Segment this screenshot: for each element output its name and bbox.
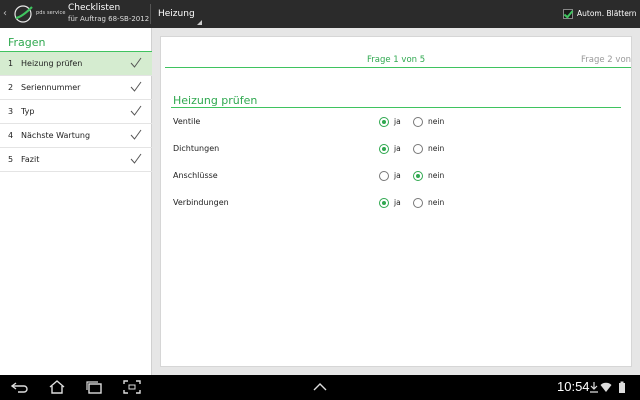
spinner-label: Heizung xyxy=(158,9,195,19)
radio-ja-label[interactable]: ja xyxy=(394,117,401,126)
radio-nein[interactable] xyxy=(413,198,423,208)
title-separator xyxy=(150,4,151,24)
recent-apps-icon[interactable] xyxy=(85,380,103,394)
radio-nein-label[interactable]: nein xyxy=(428,117,444,126)
radio-ja-label[interactable]: ja xyxy=(394,171,401,180)
pager-current-page[interactable]: Frage 1 von 5 xyxy=(367,55,425,65)
sidebar-item-number: 5 xyxy=(8,155,14,164)
app-title: Checklisten xyxy=(68,3,121,13)
radio-nein[interactable] xyxy=(413,144,423,154)
checkmark-icon xyxy=(130,81,142,92)
screenshot-icon[interactable] xyxy=(123,380,141,394)
question-row-verbindungen: Verbindungen ja nein xyxy=(161,195,631,211)
sidebar-item-number: 1 xyxy=(8,59,14,68)
question-sidebar: Fragen 1 Heizung prüfen 2 Seriennummer 3… xyxy=(0,28,152,375)
back-icon[interactable] xyxy=(11,380,29,394)
radio-nein[interactable] xyxy=(413,171,423,181)
title-block: Checklisten für Auftrag 68-SB-2012 xyxy=(68,3,149,24)
sidebar-item-label: Fazit xyxy=(21,155,40,164)
auto-scroll-label[interactable]: Autom. Blättern xyxy=(577,9,637,18)
sidebar-item-seriennummer[interactable]: 2 Seriennummer xyxy=(0,76,152,100)
section-title: Heizung prüfen xyxy=(173,94,258,107)
sidebar-item-label: Seriennummer xyxy=(21,83,81,92)
sidebar-item-number: 3 xyxy=(8,107,14,116)
home-icon[interactable] xyxy=(48,380,66,394)
radio-ja-label[interactable]: ja xyxy=(394,144,401,153)
action-bar: ‹ pds service Checklisten für Auftrag 68… xyxy=(0,0,640,28)
checkmark-icon xyxy=(130,57,142,68)
radio-ja[interactable] xyxy=(379,198,389,208)
sidebar-item-number: 4 xyxy=(8,131,14,140)
question-label: Verbindungen xyxy=(173,198,229,207)
checkmark-icon xyxy=(130,129,142,140)
status-clock: 10:54 xyxy=(557,379,590,394)
sidebar-item-fazit[interactable]: 5 Fazit xyxy=(0,148,152,172)
up-arrow-icon[interactable] xyxy=(311,380,329,394)
app-subtitle: für Auftrag 68-SB-2012 xyxy=(68,15,150,23)
question-row-anschluesse: Anschlüsse ja nein xyxy=(161,168,631,184)
system-nav-bar: 10:54 xyxy=(0,375,640,400)
radio-nein-label[interactable]: nein xyxy=(428,171,444,180)
checkmark-icon xyxy=(130,105,142,116)
question-row-dichtungen: Dichtungen ja nein xyxy=(161,141,631,157)
sidebar-item-number: 2 xyxy=(8,83,14,92)
sidebar-item-naechste-wartung[interactable]: 4 Nächste Wartung xyxy=(0,124,152,148)
sidebar-item-label: Heizung prüfen xyxy=(21,59,83,68)
sidebar-item-label: Typ xyxy=(21,107,35,116)
radio-ja[interactable] xyxy=(379,117,389,127)
sidebar-header: Fragen xyxy=(8,36,46,49)
auto-scroll-checkbox[interactable] xyxy=(563,9,573,19)
radio-ja[interactable] xyxy=(379,171,389,181)
radio-ja[interactable] xyxy=(379,144,389,154)
question-row-ventile: Ventile ja nein xyxy=(161,114,631,130)
up-caret-icon[interactable]: ‹ xyxy=(3,8,11,20)
pager-next-page[interactable]: Frage 2 von xyxy=(581,55,631,65)
sidebar-item-heizung[interactable]: 1 Heizung prüfen xyxy=(0,52,152,76)
wifi-icon xyxy=(600,382,612,392)
sidebar-item-typ[interactable]: 3 Typ xyxy=(0,100,152,124)
radio-nein[interactable] xyxy=(413,117,423,127)
question-label: Ventile xyxy=(173,117,201,126)
question-panel: Frage 1 von 5 Frage 2 von Heizung prüfen… xyxy=(160,36,632,367)
download-icon xyxy=(590,382,598,393)
pds-logo-icon[interactable] xyxy=(12,5,34,23)
checkmark-icon xyxy=(130,153,142,164)
question-label: Anschlüsse xyxy=(173,171,218,180)
category-spinner[interactable]: Heizung xyxy=(156,5,204,25)
pager-rule xyxy=(165,67,631,68)
battery-icon xyxy=(619,381,625,393)
radio-nein-label[interactable]: nein xyxy=(428,198,444,207)
spinner-arrow-icon xyxy=(197,20,202,25)
logo-text: pds service xyxy=(36,10,66,16)
sidebar-item-label: Nächste Wartung xyxy=(21,131,91,140)
radio-nein-label[interactable]: nein xyxy=(428,144,444,153)
section-rule xyxy=(171,107,621,108)
question-label: Dichtungen xyxy=(173,144,220,153)
radio-ja-label[interactable]: ja xyxy=(394,198,401,207)
